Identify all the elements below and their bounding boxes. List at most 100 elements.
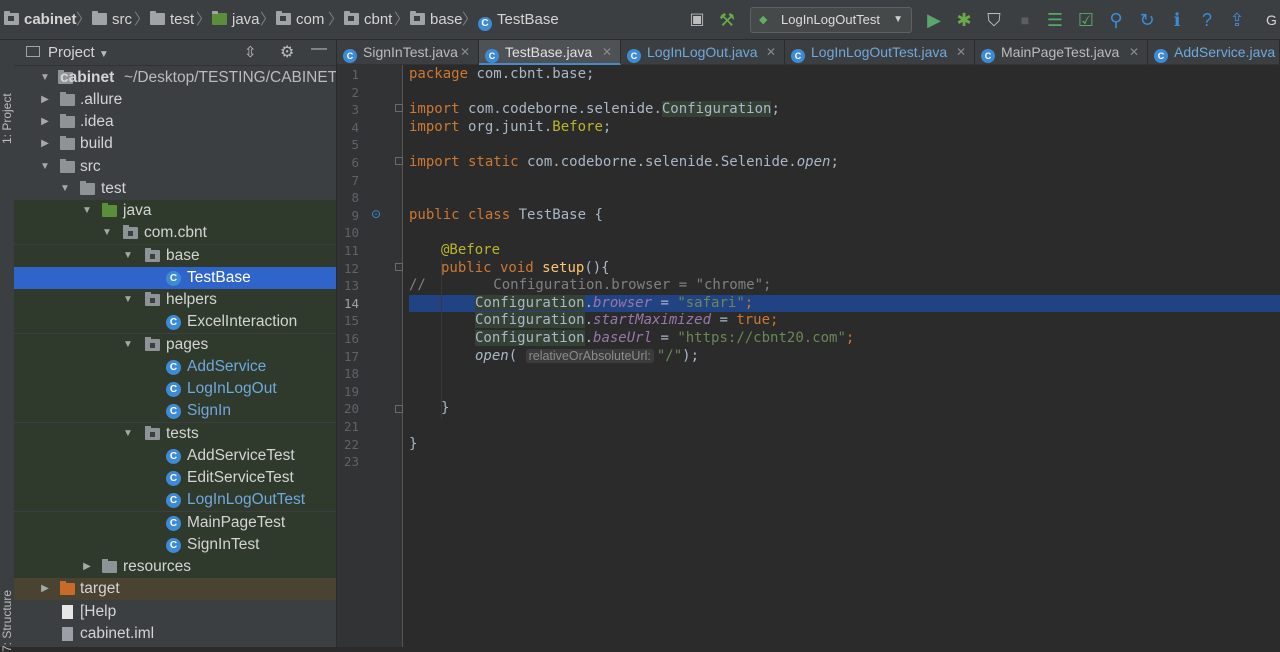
fold-marker-icon[interactable] <box>395 157 403 165</box>
expanded-arrow-icon: ▼ <box>123 339 133 350</box>
tree-item-addservicetest[interactable]: C AddServiceTest <box>14 445 336 467</box>
tree-item-loginlogouttest[interactable]: C LogInLogOutTest <box>14 489 336 511</box>
collapse-all-icon[interactable]: ⇳ <box>244 43 257 61</box>
refresh-icon[interactable]: ↻ <box>1136 9 1158 31</box>
tree-item-target[interactable]: ▶ target <box>14 578 336 600</box>
tree-item-testbase[interactable]: C TestBase <box>14 267 336 289</box>
close-icon[interactable]: ✕ <box>766 40 776 64</box>
fold-marker-icon[interactable] <box>395 104 403 112</box>
breadcrumb-src[interactable]: src <box>92 0 132 40</box>
line-number: 6 <box>351 155 359 170</box>
close-icon[interactable]: ✕ <box>602 40 612 64</box>
excluded-folder-icon <box>60 581 75 595</box>
tab-testbase[interactable]: C TestBase.java ✕ <box>479 40 621 65</box>
minimize-icon[interactable]: — <box>311 40 327 58</box>
tab-loginlogout[interactable]: C LogInLogOut.java ✕ <box>621 40 785 65</box>
checkbox-icon[interactable]: ☑ <box>1075 9 1097 31</box>
breadcrumb-java[interactable]: java <box>212 0 260 40</box>
expanded-arrow-icon: ▼ <box>82 205 92 216</box>
tree-item-base[interactable]: ▼ base <box>14 245 336 267</box>
project-view-select[interactable]: Project ▼ <box>48 44 109 61</box>
line-number: 16 <box>343 331 359 346</box>
tree-item-editservicetest[interactable]: C EditServiceTest <box>14 467 336 489</box>
chevron-right-icon: 〉 <box>76 11 92 28</box>
help-icon[interactable]: ? <box>1196 9 1218 31</box>
tab-addservice[interactable]: C AddService.java <box>1148 40 1280 65</box>
tree-item-resources[interactable]: ▶ resources <box>14 556 336 578</box>
tree-item-tests[interactable]: ▼ tests <box>14 423 336 445</box>
tree-item-help[interactable]: [Help <box>14 601 336 623</box>
chevron-down-icon: ▼ <box>98 49 109 60</box>
code-editor[interactable]: package com.cbnt.base; import com.codebo… <box>403 65 1280 647</box>
run-icon[interactable]: ▶ <box>923 9 945 31</box>
folder-icon <box>60 114 75 128</box>
line-number: 10 <box>343 225 359 241</box>
stop-icon[interactable]: ■ <box>1014 9 1036 31</box>
tree-item-com-cbnt[interactable]: ▼ com.cbnt <box>14 222 336 244</box>
tab-signintest[interactable]: C SignInTest.java ✕ <box>337 40 479 65</box>
gear-icon[interactable]: ⚙ <box>280 42 294 62</box>
class-icon: C <box>166 360 181 375</box>
line-number: 22 <box>343 436 359 452</box>
close-icon[interactable]: ✕ <box>956 40 966 64</box>
tree-item-pages[interactable]: ▼ pages <box>14 334 336 356</box>
close-icon[interactable]: ✕ <box>1129 40 1139 64</box>
project-panel: Project ▼ ⇳ ⚙ — ▼ cabinet ~/Desktop/TESTI… <box>14 40 337 647</box>
build-hammer-icon[interactable]: ⚒ <box>716 9 738 31</box>
upload-icon[interactable]: ⇪ <box>1226 9 1248 31</box>
tree-item-idea[interactable]: ▶ .idea <box>14 111 336 133</box>
info-icon[interactable]: ℹ <box>1166 9 1188 31</box>
editor-tab-bar: C SignInTest.java ✕ C TestBase.java ✕ C LogIn… <box>337 40 1280 65</box>
toolbar-overflow-text[interactable]: G <box>1266 0 1277 40</box>
folder-icon <box>60 92 75 106</box>
coverage-shield-icon[interactable]: ⛉ <box>983 9 1005 31</box>
tree-item-cabinet[interactable]: ▼ cabinet ~/Desktop/TESTING/CABINET <box>14 67 336 89</box>
tree-item-helpers[interactable]: ▼ helpers <box>14 289 336 311</box>
tree-item-build[interactable]: ▶ build <box>14 133 336 155</box>
code-line-4: import org.junit.Before; <box>409 118 612 135</box>
project-panel-header: Project ▼ ⇳ ⚙ — <box>14 40 336 66</box>
fold-marker-icon[interactable] <box>395 405 403 413</box>
chevron-right-icon: 〉 <box>260 11 276 28</box>
debug-bug-icon[interactable]: ✱ <box>953 9 975 31</box>
tab-loginlogouttest[interactable]: C LogInLogOutTest.java ✕ <box>785 40 975 65</box>
line-number-gutter[interactable]: 1 2 3 4 5 6 7 8 9 10 11 12 13 14 15 16 1… <box>337 65 403 647</box>
breadcrumb-com[interactable]: com <box>276 0 324 40</box>
run-configuration-select[interactable]: ◆ LogInLogOutTest ▼ <box>750 7 912 33</box>
structure-tool-tab[interactable]: 7: Structure <box>0 590 14 652</box>
fold-marker-icon[interactable] <box>395 263 403 271</box>
list-icon[interactable]: ☰ <box>1044 9 1066 31</box>
folder-icon <box>150 11 165 25</box>
line-number: 15 <box>343 313 359 329</box>
tree-item-signin[interactable]: C SignIn <box>14 400 336 422</box>
tree-item-addservice[interactable]: C AddService <box>14 356 336 378</box>
expanded-arrow-icon: ▼ <box>123 250 133 261</box>
code-line-9: public class TestBase { <box>409 206 603 223</box>
class-icon: C <box>478 17 492 31</box>
breadcrumb-base[interactable]: base <box>410 0 463 40</box>
tree-item-cabinet-iml[interactable]: cabinet.iml <box>14 623 336 645</box>
tree-item-java[interactable]: ▼ java <box>14 200 336 222</box>
search-icon[interactable]: ⚲ <box>1105 9 1127 31</box>
run-config-icon: ◆ <box>759 14 768 26</box>
breadcrumb-cbnt[interactable]: cbnt <box>344 0 392 40</box>
close-icon[interactable]: ✕ <box>460 40 470 64</box>
tree-item-allure[interactable]: ▶ .allure <box>14 89 336 111</box>
tab-mainpagetest[interactable]: C MainPageTest.java ✕ <box>975 40 1148 65</box>
run-test-marker-icon[interactable]: ⊙ <box>371 207 381 221</box>
class-icon: C <box>166 538 181 553</box>
resources-folder-icon <box>102 559 117 573</box>
project-tool-tab[interactable]: 1: Project <box>0 93 14 144</box>
tree-item-test[interactable]: ▼ test <box>14 178 336 200</box>
tree-item-src[interactable]: ▼ src <box>14 156 336 178</box>
tree-item-signintest[interactable]: C SignInTest <box>14 534 336 556</box>
breadcrumb-cabinet[interactable]: cabinet <box>4 0 77 40</box>
tree-item-mainpagetest[interactable]: C MainPageTest <box>14 512 336 534</box>
project-structure-icon[interactable]: ▣ <box>686 9 708 31</box>
tree-item-excelinteraction[interactable]: C ExcelInteraction <box>14 311 336 333</box>
chevron-right-icon: 〉 <box>394 11 410 28</box>
breadcrumb-test[interactable]: test <box>150 0 194 40</box>
breadcrumb-testbase[interactable]: C TestBase <box>478 0 559 40</box>
code-line-13: // Configuration.browser = "chrome"; <box>409 277 772 294</box>
tree-item-loginlogout[interactable]: C LogInLogOut <box>14 378 336 400</box>
